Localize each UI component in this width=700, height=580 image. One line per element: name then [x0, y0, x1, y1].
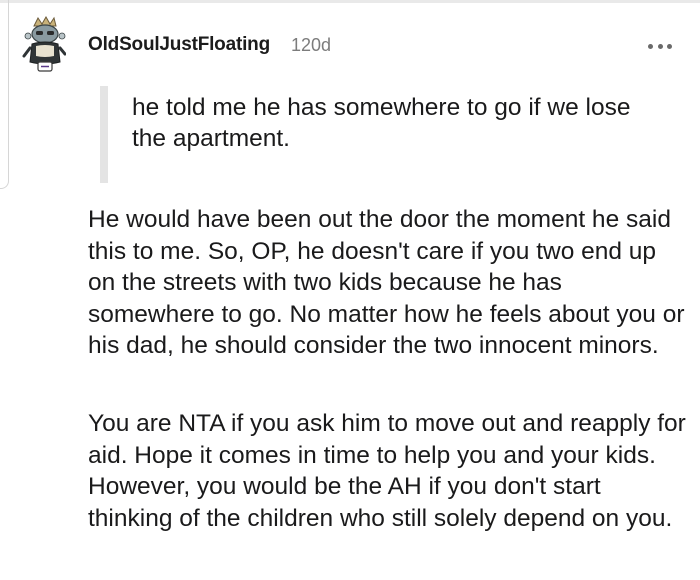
user-avatar[interactable]: [22, 15, 67, 74]
more-options-icon: [648, 43, 653, 49]
comment-paragraph: You are NTA if you ask him to move out a…: [88, 410, 686, 532]
blockquote-bar: [100, 86, 108, 183]
thread-line[interactable]: [0, 0, 9, 189]
comment-paragraph: He would have been out the door the mome…: [88, 206, 685, 359]
comment-age: 120d: [291, 35, 332, 55]
more-options-dot: [667, 43, 672, 49]
username-link[interactable]: OldSoulJustFloating: [88, 34, 270, 56]
blockquote-text: he told me he has somewhere to go if we …: [132, 94, 631, 152]
top-divider: [0, 0, 700, 3]
snoo-avatar-icon: [22, 15, 67, 72]
more-options-dot: [657, 43, 663, 49]
more-options-button[interactable]: [648, 38, 672, 54]
